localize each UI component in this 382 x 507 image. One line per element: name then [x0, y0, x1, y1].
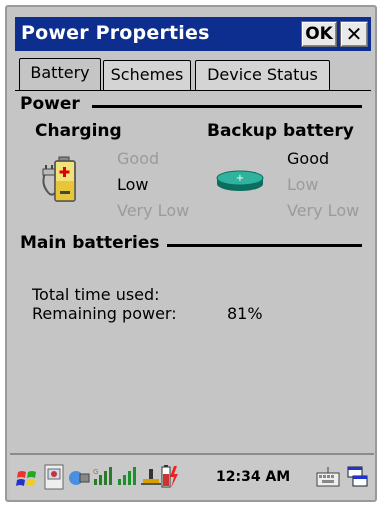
- charging-level-low: Low: [117, 175, 149, 194]
- ok-button[interactable]: OK: [301, 21, 337, 47]
- clock[interactable]: 12:34 AM: [216, 469, 290, 485]
- power-section-title: Power: [20, 94, 80, 114]
- taskbar: G 12:34 AM: [10, 453, 374, 500]
- window-title: Power Properties: [21, 22, 210, 44]
- backup-level-good: Good: [287, 149, 330, 168]
- charging-battery-icon: [41, 153, 85, 205]
- svg-text:G: G: [93, 468, 98, 476]
- main-batteries-section-title: Main batteries: [20, 233, 160, 253]
- backup-battery-icon: +: [214, 169, 266, 193]
- tab-strip-divider: [15, 90, 371, 91]
- total-time-label: Total time used:: [32, 285, 160, 304]
- power-section-rule: [92, 105, 362, 108]
- main-batteries-section-rule: [167, 244, 362, 247]
- svg-text:+: +: [236, 173, 244, 184]
- tab-schemes[interactable]: Schemes: [103, 60, 191, 90]
- tab-device-status[interactable]: Device Status: [195, 60, 330, 90]
- start-flag-icon[interactable]: [16, 468, 40, 494]
- remaining-power-value: 81%: [227, 304, 263, 323]
- close-button[interactable]: ✕: [340, 21, 368, 47]
- charging-title: Charging: [35, 121, 122, 141]
- usb-icon[interactable]: [140, 467, 162, 491]
- charging-level-good: Good: [117, 149, 160, 168]
- battery-charging-icon[interactable]: [160, 464, 180, 494]
- backup-level-low: Low: [287, 175, 319, 194]
- tab-battery[interactable]: Battery: [19, 58, 101, 90]
- backup-battery-title: Backup battery: [207, 121, 354, 141]
- charging-level-very-low: Very Low: [117, 201, 190, 220]
- device-frame: Power Properties OK ✕ Battery Schemes De…: [5, 5, 377, 502]
- remaining-power-label: Remaining power:: [32, 304, 177, 323]
- title-bar: Power Properties OK ✕: [15, 17, 371, 51]
- keyboard-icon[interactable]: [316, 465, 340, 493]
- windows-switch-icon[interactable]: [347, 465, 369, 493]
- desktop-icon[interactable]: [44, 464, 64, 494]
- backup-level-very-low: Very Low: [287, 201, 360, 220]
- signal-bars-icon[interactable]: G: [92, 465, 114, 491]
- network-icon[interactable]: [68, 468, 90, 492]
- signal-strength-icon[interactable]: [116, 465, 138, 491]
